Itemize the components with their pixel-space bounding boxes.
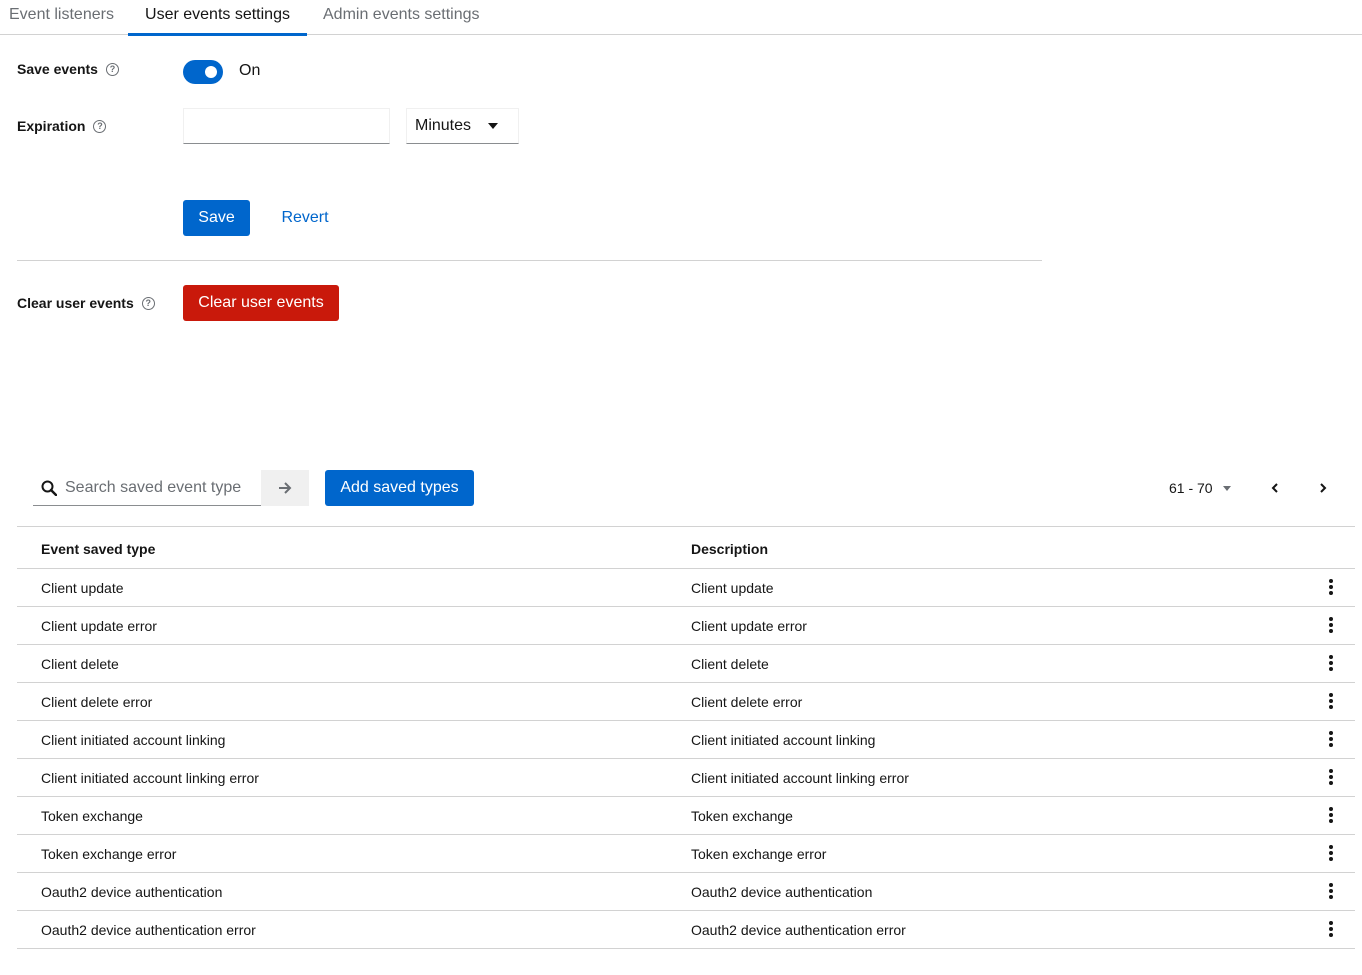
save-events-label: Save events ? bbox=[17, 61, 119, 77]
search-icon bbox=[41, 480, 58, 496]
chevron-left-icon bbox=[1271, 483, 1278, 493]
pagination-range: 61 - 70 bbox=[1169, 480, 1213, 496]
save-button[interactable]: Save bbox=[183, 200, 250, 236]
kebab-menu-icon[interactable] bbox=[1320, 804, 1342, 826]
kebab-menu-icon[interactable] bbox=[1320, 880, 1342, 902]
previous-page-button[interactable] bbox=[1257, 470, 1293, 506]
event-type-cell: Client initiated account linking error bbox=[41, 770, 259, 786]
expiration-unit-select[interactable]: Minutes bbox=[406, 108, 519, 144]
tab-bar: Event listeners User events settings Adm… bbox=[0, 0, 1362, 36]
help-icon[interactable]: ? bbox=[105, 62, 119, 76]
save-events-toggle[interactable] bbox=[183, 60, 223, 84]
kebab-menu-icon[interactable] bbox=[1320, 614, 1342, 636]
pagination-range-toggle[interactable]: 61 - 70 bbox=[1160, 470, 1240, 506]
kebab-menu-icon[interactable] bbox=[1320, 652, 1342, 674]
unit-select-value: Minutes bbox=[415, 117, 472, 134]
description-cell: Client delete bbox=[691, 656, 769, 672]
kebab-menu-icon[interactable] bbox=[1320, 918, 1342, 940]
table-row: Client update Client update bbox=[17, 569, 1355, 607]
search-input[interactable] bbox=[65, 478, 255, 497]
description-cell: Token exchange error bbox=[691, 846, 827, 862]
description-cell: Oauth2 device authentication error bbox=[691, 922, 906, 938]
add-saved-types-button[interactable]: Add saved types bbox=[325, 470, 474, 506]
tab-event-listeners[interactable]: Event listeners bbox=[9, 0, 114, 35]
help-icon[interactable]: ? bbox=[141, 296, 155, 310]
toggle-knob bbox=[205, 66, 217, 78]
description-cell: Client delete error bbox=[691, 694, 803, 710]
column-header-event-saved-type: Event saved type bbox=[41, 541, 156, 557]
caret-down-icon bbox=[488, 123, 498, 129]
kebab-menu-icon[interactable] bbox=[1320, 766, 1342, 788]
event-type-cell: Client update error bbox=[41, 618, 157, 634]
arrow-right-icon bbox=[279, 482, 292, 494]
search-submit-button[interactable] bbox=[261, 470, 309, 506]
table-row: Client initiated account linking Client … bbox=[17, 721, 1355, 759]
clear-user-events-label: Clear user events ? bbox=[17, 295, 155, 311]
clear-user-events-button[interactable]: Clear user events bbox=[183, 285, 339, 321]
table-row: Token exchange Token exchange bbox=[17, 797, 1355, 835]
description-cell: Client update bbox=[691, 580, 774, 596]
tab-user-events-settings[interactable]: User events settings bbox=[128, 0, 307, 36]
kebab-menu-icon[interactable] bbox=[1320, 728, 1342, 750]
table-header: Event saved type Description bbox=[17, 527, 1355, 569]
expiration-input[interactable] bbox=[183, 108, 390, 144]
caret-down-icon bbox=[1222, 485, 1231, 491]
event-type-cell: Client delete bbox=[41, 656, 119, 672]
expiration-label: Expiration ? bbox=[17, 118, 107, 134]
toggle-state-label: On bbox=[239, 62, 261, 79]
table-row: Client delete Client delete bbox=[17, 645, 1355, 683]
event-type-cell: Oauth2 device authentication bbox=[41, 884, 223, 900]
table-row: Token exchange error Token exchange erro… bbox=[17, 835, 1355, 873]
table-row: Client initiated account linking error C… bbox=[17, 759, 1355, 797]
event-type-cell: Client initiated account linking bbox=[41, 732, 226, 748]
help-icon[interactable]: ? bbox=[93, 119, 107, 133]
kebab-menu-icon[interactable] bbox=[1320, 690, 1342, 712]
description-cell: Oauth2 device authentication bbox=[691, 884, 873, 900]
description-cell: Client update error bbox=[691, 618, 807, 634]
table-row: Client update error Client update error bbox=[17, 607, 1355, 645]
event-type-cell: Oauth2 device authentication error bbox=[41, 922, 256, 938]
description-cell: Token exchange bbox=[691, 808, 793, 824]
table-row: Oauth2 device authentication error Oauth… bbox=[17, 911, 1355, 949]
revert-button[interactable]: Revert bbox=[266, 200, 344, 236]
column-header-description: Description bbox=[691, 541, 769, 557]
description-cell: Client initiated account linking bbox=[691, 732, 876, 748]
event-type-cell: Token exchange bbox=[41, 808, 143, 824]
description-cell: Client initiated account linking error bbox=[691, 770, 909, 786]
tab-admin-events-settings[interactable]: Admin events settings bbox=[323, 0, 480, 35]
event-type-cell: Client delete error bbox=[41, 694, 153, 710]
event-type-cell: Token exchange error bbox=[41, 846, 177, 862]
search-box bbox=[33, 470, 261, 506]
divider bbox=[17, 260, 1042, 261]
table-row: Client delete error Client delete error bbox=[17, 683, 1355, 721]
kebab-menu-icon[interactable] bbox=[1320, 842, 1342, 864]
chevron-right-icon bbox=[1320, 483, 1327, 493]
next-page-button[interactable] bbox=[1305, 470, 1341, 506]
table-row: Oauth2 device authentication Oauth2 devi… bbox=[17, 873, 1355, 911]
kebab-menu-icon[interactable] bbox=[1320, 576, 1342, 598]
event-type-cell: Client update bbox=[41, 580, 124, 596]
